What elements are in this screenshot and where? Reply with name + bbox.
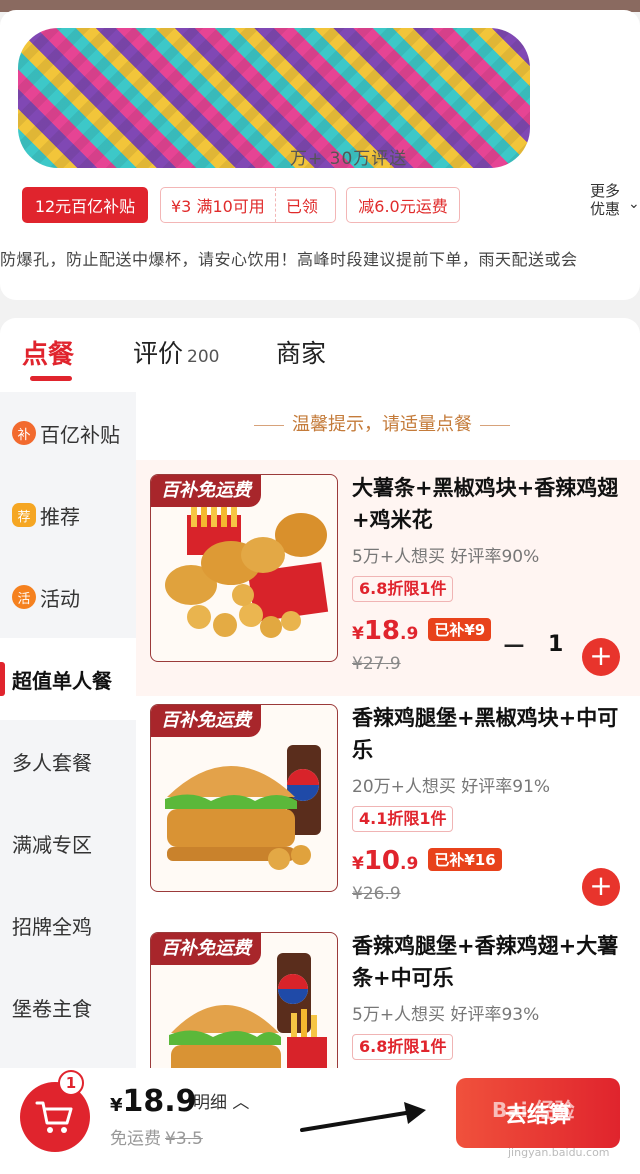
add-to-cart-button[interactable]: + bbox=[582, 868, 620, 906]
recommend-icon: 荐 bbox=[12, 503, 36, 527]
sidebar-item-single-meal[interactable]: 超值单人餐 bbox=[0, 638, 136, 720]
sidebar-item-activity[interactable]: 活活动 bbox=[0, 556, 136, 638]
product-price: ¥18.9 已补¥9 bbox=[352, 616, 492, 646]
product-card[interactable]: 百补免运费 大薯条+黑椒鸡块+香辣鸡翅+鸡米花 5万+人想买 好评率90% 6.… bbox=[136, 460, 640, 696]
sidebar-item-label: 满减专区 bbox=[12, 832, 92, 857]
sidebar-item-label: 超值单人餐 bbox=[12, 668, 112, 693]
product-card[interactable]: 百补免运费 香辣鸡腿堡+香辣鸡翅+大薯条+中可乐 5万+人想买 好评率93% 6… bbox=[136, 918, 640, 1068]
coupon-tag[interactable]: ¥3 满10可用 已领 bbox=[160, 187, 336, 223]
discount-tag: 6.8折限1件 bbox=[352, 1034, 454, 1060]
original-price: ¥27.9 bbox=[352, 654, 401, 674]
shipping-discount-tag[interactable]: 减6.0元运费 bbox=[346, 187, 460, 223]
product-image[interactable]: 百补免运费 bbox=[150, 474, 338, 662]
active-indicator bbox=[0, 662, 5, 696]
store-stats: 万+ 30万评送 bbox=[290, 149, 408, 169]
sidebar-item-label: 多人套餐 bbox=[12, 750, 92, 775]
coupon-amount: ¥3 满10可用 bbox=[171, 197, 265, 216]
product-image[interactable]: 百补免运费 bbox=[150, 704, 338, 892]
portion-hint: 温馨提示，请适量点餐 bbox=[246, 410, 518, 436]
product-title: 香辣鸡腿堡+香辣鸡翅+大薯条+中可乐 bbox=[352, 934, 619, 990]
tab-merchant[interactable]: 商家 bbox=[276, 334, 326, 370]
subsidy-icon: 补 bbox=[12, 421, 36, 445]
product-title: 香辣鸡腿堡+黑椒鸡块+中可乐 bbox=[352, 706, 619, 762]
sidebar-item-signature-chicken[interactable]: 招牌全鸡 bbox=[0, 884, 136, 966]
obscured-store-info bbox=[18, 28, 530, 168]
coupon-status: 已领 bbox=[285, 197, 318, 216]
sidebar-item-label: 堡卷主食 bbox=[12, 996, 92, 1021]
store-notice: 防爆孔，防止配送中爆杯，请安心饮用！高峰时段建议提前下单，雨天配送或会 bbox=[0, 250, 578, 269]
price-integer: 10 bbox=[363, 846, 401, 876]
product-sales: 5万+人想买 好评率90% bbox=[352, 547, 540, 567]
product-card[interactable]: 百补免运费 香辣鸡腿堡+黑椒鸡块+中可乐 20万+人想买 好评率91% 4.1折… bbox=[136, 690, 640, 926]
category-sidebar: 补百亿补贴 荐推荐 活活动 超值单人餐 多人套餐 满减专区 招牌全鸡 堡卷主食 bbox=[0, 392, 136, 1078]
tab-reviews-label: 评价 bbox=[133, 339, 184, 368]
sidebar-item-group-meal[interactable]: 多人套餐 bbox=[0, 720, 136, 802]
cart-count-badge: 1 bbox=[58, 1070, 84, 1096]
coupon-divider bbox=[274, 188, 276, 222]
sidebar-item-discount-zone[interactable]: 满减专区 bbox=[0, 802, 136, 884]
tab-reviews[interactable]: 评价 200 bbox=[133, 334, 219, 370]
baidu-watermark: Bai 经验 bbox=[492, 1098, 575, 1122]
cart-total: ¥18.9 bbox=[110, 1084, 197, 1119]
subsidy-badge: 已补¥16 bbox=[428, 848, 502, 871]
free-shipping-label: 免运费 bbox=[110, 1129, 161, 1149]
add-to-cart-button[interactable]: + bbox=[582, 638, 620, 676]
tab-active-indicator bbox=[30, 376, 72, 381]
sidebar-item-label: 推荐 bbox=[40, 504, 80, 529]
subsidy-badge: 已补¥9 bbox=[428, 618, 492, 641]
sidebar-item-recommend[interactable]: 荐推荐 bbox=[0, 474, 136, 556]
activity-icon: 活 bbox=[12, 585, 36, 609]
price-currency: ¥ bbox=[352, 624, 364, 644]
price-integer: 18 bbox=[363, 616, 401, 646]
price-currency: ¥ bbox=[352, 854, 364, 874]
subsidy-tag[interactable]: 12元百亿补贴 bbox=[22, 187, 148, 223]
product-price: ¥10.9 已补¥16 bbox=[352, 846, 502, 876]
total-amount: 18.9 bbox=[122, 1084, 197, 1119]
product-title: 大薯条+黑椒鸡块+香辣鸡翅+鸡米花 bbox=[352, 476, 619, 532]
product-sales: 20万+人想买 好评率91% bbox=[352, 777, 551, 797]
shipping-fee: 免运费 ¥3.5 bbox=[110, 1124, 203, 1149]
price-decimal: .9 bbox=[400, 854, 419, 874]
sidebar-item-label: 招牌全鸡 bbox=[12, 914, 92, 939]
more-offers-line2: 优惠 bbox=[590, 200, 621, 218]
old-shipping-fee: ¥3.5 bbox=[165, 1129, 203, 1149]
more-offers-line1: 更多 bbox=[590, 182, 621, 200]
free-shipping-badge: 百补免运费 bbox=[151, 475, 261, 507]
sidebar-item-burgers[interactable]: 堡卷主食 bbox=[0, 966, 136, 1048]
free-shipping-badge: 百补免运费 bbox=[151, 933, 261, 965]
sidebar-item-subsidy[interactable]: 补百亿补贴 bbox=[0, 392, 136, 474]
discount-tag: 4.1折限1件 bbox=[352, 806, 454, 832]
tab-order[interactable]: 点餐 bbox=[22, 334, 74, 371]
discount-tag: 6.8折限1件 bbox=[352, 576, 454, 602]
total-currency: ¥ bbox=[110, 1095, 123, 1116]
quantity-value: 1 bbox=[548, 632, 564, 657]
shopping-cart-icon bbox=[35, 1101, 73, 1133]
more-offers-button[interactable]: 更多 优惠 bbox=[590, 182, 620, 218]
sidebar-item-label: 百亿补贴 bbox=[40, 422, 120, 447]
original-price: ¥26.9 bbox=[352, 884, 401, 904]
watermark-url: jingyan.baidu.com bbox=[508, 1146, 610, 1159]
chevron-down-icon[interactable]: ⌄ bbox=[628, 196, 640, 212]
product-sales: 5万+人想买 好评率93% bbox=[352, 1005, 540, 1025]
product-image[interactable]: 百补免运费 bbox=[150, 932, 338, 1068]
price-detail-toggle[interactable]: 明细 ︿ bbox=[193, 1088, 249, 1113]
free-shipping-badge: 百补免运费 bbox=[151, 705, 261, 737]
decrease-quantity-button[interactable]: − bbox=[496, 630, 532, 666]
arrow-annotation-icon bbox=[300, 1102, 426, 1132]
tab-reviews-count: 200 bbox=[187, 347, 220, 367]
sidebar-item-label: 活动 bbox=[40, 586, 80, 611]
price-decimal: .9 bbox=[400, 624, 419, 644]
